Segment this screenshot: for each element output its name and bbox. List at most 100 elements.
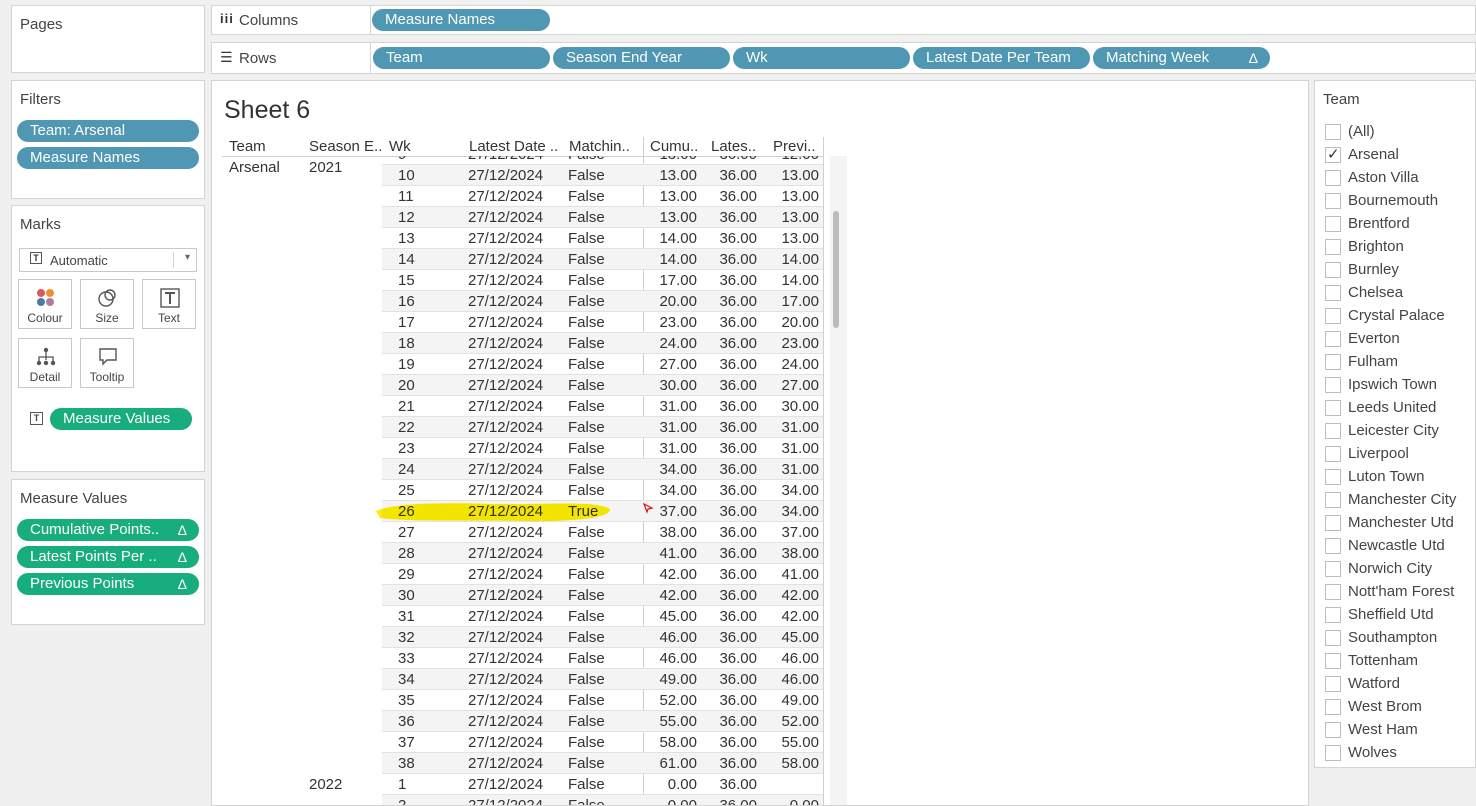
colour-button[interactable]: Colour xyxy=(18,279,72,329)
filter-pill-team[interactable]: Team: Arsenal xyxy=(17,120,199,142)
header-season-end-year[interactable]: Season E.. xyxy=(309,138,382,155)
columns-pill-measure-names[interactable]: Measure Names xyxy=(372,9,550,31)
table-row[interactable]: 15 27/12/2024 False 17.00 36.00 14.00 xyxy=(382,270,823,291)
checkbox[interactable] xyxy=(1325,607,1341,623)
measure-pill-previous-points[interactable]: Previous Points Δ xyxy=(17,573,199,595)
rows-pill-wk[interactable]: Wk xyxy=(733,47,910,69)
table-row[interactable]: 37 27/12/2024 False 58.00 36.00 55.00 xyxy=(382,732,823,753)
scrollbar-thumb[interactable] xyxy=(833,211,839,328)
checkbox[interactable] xyxy=(1325,446,1341,462)
checkbox[interactable] xyxy=(1325,285,1341,301)
header-latest-points[interactable]: Lates.. xyxy=(711,138,756,155)
checkbox[interactable] xyxy=(1325,262,1341,278)
table-cell: 36.00 xyxy=(719,608,757,625)
checkbox[interactable] xyxy=(1325,400,1341,416)
table-cell: 36.00 xyxy=(719,461,757,478)
checkbox[interactable] xyxy=(1325,423,1341,439)
mark-type-dropdown[interactable]: T Automatic ▾ xyxy=(19,248,197,272)
table-row[interactable]: 13 27/12/2024 False 14.00 36.00 13.00 xyxy=(382,228,823,249)
table-row[interactable]: 32 27/12/2024 False 46.00 36.00 45.00 xyxy=(382,627,823,648)
team-filter-item-label: West Brom xyxy=(1348,698,1422,715)
table-cell: 36.00 xyxy=(719,524,757,541)
tooltip-button[interactable]: Tooltip xyxy=(80,338,134,388)
table-cell: 36.00 xyxy=(719,713,757,730)
table-row[interactable]: 1 27/12/2024 False 0.00 36.00 xyxy=(382,774,823,795)
checkbox[interactable] xyxy=(1325,216,1341,232)
checkbox[interactable] xyxy=(1325,630,1341,646)
table-row[interactable]: 16 27/12/2024 False 20.00 36.00 17.00 xyxy=(382,291,823,312)
team-filter-item-label: Luton Town xyxy=(1348,468,1425,485)
table-row[interactable]: 23 27/12/2024 False 31.00 36.00 31.00 xyxy=(382,438,823,459)
checkbox[interactable] xyxy=(1325,515,1341,531)
team-filter-item-label: Watford xyxy=(1348,675,1400,692)
measure-pill-cumulative-points[interactable]: Cumulative Points.. Δ xyxy=(17,519,199,541)
checkbox[interactable] xyxy=(1325,124,1341,140)
table-cell: 38 xyxy=(398,755,415,772)
header-wk[interactable]: Wk xyxy=(389,138,411,155)
checkbox[interactable] xyxy=(1325,331,1341,347)
checkbox[interactable] xyxy=(1325,308,1341,324)
size-button[interactable]: Size xyxy=(80,279,134,329)
table-row-partial[interactable]: 9 27/12/2024 False 13.00 36.00 12.00 xyxy=(382,156,823,165)
header-cumulative-points[interactable]: Cumu.. xyxy=(650,138,698,155)
table-cell: False xyxy=(568,156,605,163)
checkbox[interactable] xyxy=(1325,239,1341,255)
table-row[interactable]: 11 27/12/2024 False 13.00 36.00 13.00 xyxy=(382,186,823,207)
rows-pill-latest-date-per-team[interactable]: Latest Date Per Team xyxy=(913,47,1090,69)
table-row[interactable]: 30 27/12/2024 False 42.00 36.00 42.00 xyxy=(382,585,823,606)
header-previous-points[interactable]: Previ.. xyxy=(773,138,816,155)
table-cell: False xyxy=(568,797,605,806)
table-row[interactable]: 22 27/12/2024 False 31.00 36.00 31.00 xyxy=(382,417,823,438)
table-scrollbar[interactable] xyxy=(830,156,847,805)
table-row[interactable]: 38 27/12/2024 False 61.00 36.00 58.00 xyxy=(382,753,823,774)
table-body[interactable]: 9 27/12/2024 False 13.00 36.00 12.00 10 27/12/2… xyxy=(212,156,852,806)
table-row[interactable]: 31 27/12/2024 False 45.00 36.00 42.00 xyxy=(382,606,823,627)
table-row[interactable]: 28 27/12/2024 False 41.00 36.00 38.00 xyxy=(382,543,823,564)
checkbox[interactable] xyxy=(1325,699,1341,715)
rows-pill-season-end-year[interactable]: Season End Year xyxy=(553,47,730,69)
table-row[interactable]: 24 27/12/2024 False 34.00 36.00 31.00 xyxy=(382,459,823,480)
checkbox[interactable] xyxy=(1325,722,1341,738)
table-row[interactable]: 34 27/12/2024 False 49.00 36.00 46.00 xyxy=(382,669,823,690)
checkbox[interactable] xyxy=(1325,676,1341,692)
table-row[interactable]: 14 27/12/2024 False 14.00 36.00 14.00 xyxy=(382,249,823,270)
table-row[interactable]: 18 27/12/2024 False 24.00 36.00 23.00 xyxy=(382,333,823,354)
checkbox[interactable] xyxy=(1325,561,1341,577)
checkbox[interactable] xyxy=(1325,377,1341,393)
table-row[interactable]: 33 27/12/2024 False 46.00 36.00 46.00 xyxy=(382,648,823,669)
table-row[interactable]: 17 27/12/2024 False 23.00 36.00 20.00 xyxy=(382,312,823,333)
table-row[interactable]: 36 27/12/2024 False 55.00 36.00 52.00 xyxy=(382,711,823,732)
checkbox-checked[interactable] xyxy=(1325,145,1341,163)
table-row[interactable]: 35 27/12/2024 False 52.00 36.00 49.00 xyxy=(382,690,823,711)
table-row[interactable]: 12 27/12/2024 False 13.00 36.00 13.00 xyxy=(382,207,823,228)
checkbox[interactable] xyxy=(1325,745,1341,761)
table-row[interactable]: 21 27/12/2024 False 31.00 36.00 30.00 xyxy=(382,396,823,417)
text-button[interactable]: Text xyxy=(142,279,196,329)
header-matching-week[interactable]: Matchin.. xyxy=(569,138,630,155)
checkbox[interactable] xyxy=(1325,354,1341,370)
marks-pill-measure-values[interactable]: Measure Values xyxy=(50,408,192,430)
rows-pill-team[interactable]: Team xyxy=(373,47,550,69)
measure-pill-latest-points[interactable]: Latest Points Per .. Δ xyxy=(17,546,199,568)
table-row[interactable]: 10 27/12/2024 False 13.00 36.00 13.00 xyxy=(382,165,823,186)
rows-pill-matching-week[interactable]: Matching Week Δ xyxy=(1093,47,1270,69)
table-row[interactable]: 2 27/12/2024 False 0.00 36.00 0.00 xyxy=(382,795,823,806)
checkbox[interactable] xyxy=(1325,492,1341,508)
checkbox[interactable] xyxy=(1325,584,1341,600)
table-cell: 20 xyxy=(398,377,415,394)
table-row[interactable]: 19 27/12/2024 False 27.00 36.00 24.00 xyxy=(382,354,823,375)
checkbox[interactable] xyxy=(1325,193,1341,209)
checkbox[interactable] xyxy=(1325,653,1341,669)
table-cell: 36.00 xyxy=(719,587,757,604)
checkbox[interactable] xyxy=(1325,469,1341,485)
detail-button[interactable]: Detail xyxy=(18,338,72,388)
header-team[interactable]: Team xyxy=(229,138,266,155)
checkbox[interactable] xyxy=(1325,170,1341,186)
team-filter-item-label: Aston Villa xyxy=(1348,169,1419,186)
table-row[interactable]: 29 27/12/2024 False 42.00 36.00 41.00 xyxy=(382,564,823,585)
filter-pill-measure-names[interactable]: Measure Names xyxy=(17,147,199,169)
header-latest-date[interactable]: Latest Date .. xyxy=(469,138,558,155)
table-row[interactable]: 20 27/12/2024 False 30.00 36.00 27.00 xyxy=(382,375,823,396)
worksheet-view[interactable]: Sheet 6 Team Season E.. Wk Latest Date .… xyxy=(211,80,1309,806)
checkbox[interactable] xyxy=(1325,538,1341,554)
